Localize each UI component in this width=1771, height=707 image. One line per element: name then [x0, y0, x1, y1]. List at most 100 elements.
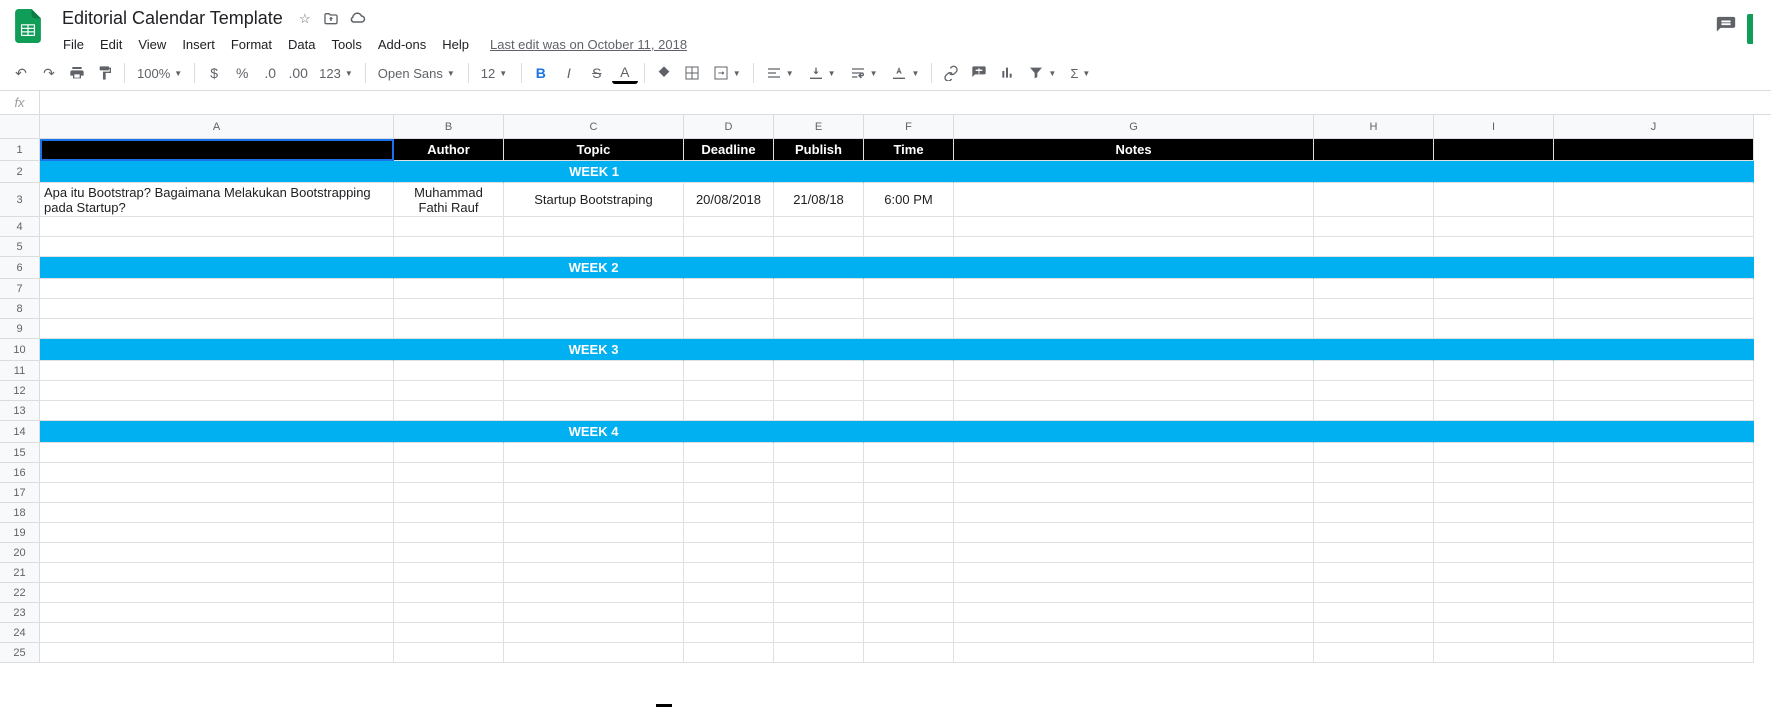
cell-F8[interactable] — [864, 299, 954, 319]
insert-comment-button[interactable] — [966, 60, 992, 86]
cell-J9[interactable] — [1554, 319, 1754, 339]
cell-J20[interactable] — [1554, 543, 1754, 563]
cell-G10[interactable] — [954, 339, 1314, 361]
cell-E12[interactable] — [774, 381, 864, 401]
move-icon[interactable] — [321, 9, 341, 29]
undo-button[interactable]: ↶ — [8, 60, 34, 86]
cell-G15[interactable] — [954, 443, 1314, 463]
cell-I18[interactable] — [1434, 503, 1554, 523]
cell-H7[interactable] — [1314, 279, 1434, 299]
cell-B2[interactable] — [394, 161, 504, 183]
cell-J13[interactable] — [1554, 401, 1754, 421]
row-header-21[interactable]: 21 — [0, 563, 40, 583]
cell-F6[interactable] — [864, 257, 954, 279]
cell-C20[interactable] — [504, 543, 684, 563]
col-header-A[interactable]: A — [40, 115, 394, 139]
row-header-5[interactable]: 5 — [0, 237, 40, 257]
cell-B4[interactable] — [394, 217, 504, 237]
cell-C15[interactable] — [504, 443, 684, 463]
cell-J12[interactable] — [1554, 381, 1754, 401]
text-color-button[interactable]: A — [612, 62, 638, 84]
cell-C21[interactable] — [504, 563, 684, 583]
font-size-select[interactable]: 12▼ — [475, 60, 515, 86]
cell-D3[interactable]: 20/08/2018 — [684, 183, 774, 217]
cell-H9[interactable] — [1314, 319, 1434, 339]
cell-B14[interactable] — [394, 421, 504, 443]
cell-G12[interactable] — [954, 381, 1314, 401]
cell-D5[interactable] — [684, 237, 774, 257]
cell-H1[interactable] — [1314, 139, 1434, 161]
cell-B17[interactable] — [394, 483, 504, 503]
cell-A1[interactable] — [40, 139, 394, 161]
cell-D23[interactable] — [684, 603, 774, 623]
cell-I4[interactable] — [1434, 217, 1554, 237]
cell-I22[interactable] — [1434, 583, 1554, 603]
cell-B1[interactable]: Author — [394, 139, 504, 161]
text-wrap-button[interactable]: ▼ — [844, 60, 884, 86]
cell-E11[interactable] — [774, 361, 864, 381]
row-header-20[interactable]: 20 — [0, 543, 40, 563]
row-header-16[interactable]: 16 — [0, 463, 40, 483]
paint-format-button[interactable] — [92, 60, 118, 86]
cell-H23[interactable] — [1314, 603, 1434, 623]
row-header-4[interactable]: 4 — [0, 217, 40, 237]
cell-J8[interactable] — [1554, 299, 1754, 319]
decrease-decimal-button[interactable]: .0 — [257, 60, 283, 86]
cell-C7[interactable] — [504, 279, 684, 299]
cell-B6[interactable] — [394, 257, 504, 279]
cell-F15[interactable] — [864, 443, 954, 463]
cell-C25[interactable] — [504, 643, 684, 663]
doc-title[interactable]: Editorial Calendar Template — [56, 6, 289, 31]
cell-B21[interactable] — [394, 563, 504, 583]
row-header-15[interactable]: 15 — [0, 443, 40, 463]
menu-insert[interactable]: Insert — [175, 33, 222, 56]
cell-A22[interactable] — [40, 583, 394, 603]
cell-B13[interactable] — [394, 401, 504, 421]
cell-J7[interactable] — [1554, 279, 1754, 299]
cell-F13[interactable] — [864, 401, 954, 421]
cell-J15[interactable] — [1554, 443, 1754, 463]
cell-F17[interactable] — [864, 483, 954, 503]
cell-E2[interactable] — [774, 161, 864, 183]
cell-C24[interactable] — [504, 623, 684, 643]
cell-E5[interactable] — [774, 237, 864, 257]
cell-G22[interactable] — [954, 583, 1314, 603]
percent-button[interactable]: % — [229, 60, 255, 86]
cell-G11[interactable] — [954, 361, 1314, 381]
cell-I5[interactable] — [1434, 237, 1554, 257]
cell-B25[interactable] — [394, 643, 504, 663]
cell-E20[interactable] — [774, 543, 864, 563]
row-header-25[interactable]: 25 — [0, 643, 40, 663]
cell-C17[interactable] — [504, 483, 684, 503]
cell-D2[interactable] — [684, 161, 774, 183]
cell-E8[interactable] — [774, 299, 864, 319]
cell-E19[interactable] — [774, 523, 864, 543]
cell-C2[interactable]: WEEK 1 — [504, 161, 684, 183]
cell-J11[interactable] — [1554, 361, 1754, 381]
vertical-align-button[interactable]: ▼ — [802, 60, 842, 86]
cell-B16[interactable] — [394, 463, 504, 483]
cell-G24[interactable] — [954, 623, 1314, 643]
cell-C9[interactable] — [504, 319, 684, 339]
cell-J17[interactable] — [1554, 483, 1754, 503]
cell-H24[interactable] — [1314, 623, 1434, 643]
cell-C13[interactable] — [504, 401, 684, 421]
account-indicator[interactable] — [1747, 14, 1753, 44]
menu-format[interactable]: Format — [224, 33, 279, 56]
cell-I23[interactable] — [1434, 603, 1554, 623]
cell-C4[interactable] — [504, 217, 684, 237]
row-header-11[interactable]: 11 — [0, 361, 40, 381]
star-icon[interactable]: ☆ — [295, 9, 315, 29]
bold-button[interactable]: B — [528, 60, 554, 86]
cell-G25[interactable] — [954, 643, 1314, 663]
cell-F2[interactable] — [864, 161, 954, 183]
cell-D12[interactable] — [684, 381, 774, 401]
merge-cells-button[interactable]: ▼ — [707, 60, 747, 86]
row-header-2[interactable]: 2 — [0, 161, 40, 183]
cell-E9[interactable] — [774, 319, 864, 339]
cell-B22[interactable] — [394, 583, 504, 603]
cell-F3[interactable]: 6:00 PM — [864, 183, 954, 217]
cell-D15[interactable] — [684, 443, 774, 463]
cell-J19[interactable] — [1554, 523, 1754, 543]
cell-G1[interactable]: Notes — [954, 139, 1314, 161]
